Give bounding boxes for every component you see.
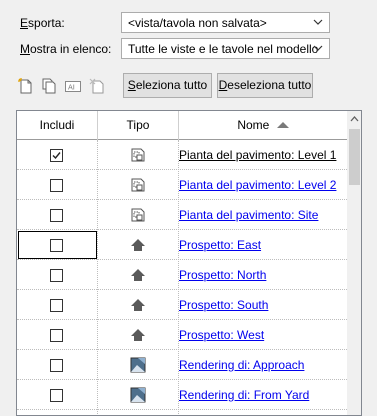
scroll-up-icon[interactable] bbox=[347, 111, 362, 128]
view-name-link[interactable]: Prospetto: South bbox=[179, 298, 268, 312]
rendering-icon bbox=[130, 387, 146, 403]
table-row[interactable]: Prospetto: South bbox=[17, 290, 347, 320]
new-set-icon[interactable] bbox=[17, 77, 35, 95]
export-select[interactable]: <vista/tavola non salvata> bbox=[121, 12, 330, 33]
table-row[interactable]: Rendering di: From Yard bbox=[17, 380, 347, 410]
include-checkbox[interactable] bbox=[50, 299, 63, 312]
table-row[interactable]: Prospetto: East bbox=[17, 230, 347, 260]
include-checkbox[interactable] bbox=[50, 149, 63, 162]
rename-set-icon[interactable]: AI bbox=[64, 77, 82, 95]
table-row[interactable]: Pianta del pavimento: Level 2 bbox=[17, 170, 347, 200]
view-name-link[interactable]: Prospetto: North bbox=[179, 268, 266, 282]
elevation-icon bbox=[131, 329, 145, 341]
table-row[interactable]: Rendering di: Approach bbox=[17, 350, 347, 380]
table-row[interactable]: Prospetto: North bbox=[17, 260, 347, 290]
table-row[interactable]: Prospetto: West bbox=[17, 320, 347, 350]
views-table: Includi Tipo Nome Pianta del pavimento: … bbox=[16, 110, 362, 416]
list-filter-label: Mostra in elenco: bbox=[20, 42, 112, 56]
include-checkbox[interactable] bbox=[50, 359, 63, 372]
vertical-scrollbar[interactable] bbox=[347, 111, 362, 415]
elevation-icon bbox=[131, 269, 145, 281]
include-checkbox[interactable] bbox=[50, 389, 63, 402]
duplicate-set-icon[interactable] bbox=[40, 77, 58, 95]
table-row[interactable]: Pianta del pavimento: Level 1 bbox=[17, 140, 347, 170]
table-body: Pianta del pavimento: Level 1 Pianta del … bbox=[17, 140, 347, 415]
sort-ascending-icon bbox=[276, 122, 289, 128]
view-name-link[interactable]: Rendering di: Approach bbox=[179, 358, 304, 372]
list-filter-select-value: Tutte le viste e le tavole nel modello bbox=[128, 42, 319, 56]
elevation-icon bbox=[131, 239, 145, 251]
view-name-link[interactable]: Pianta del pavimento: Level 1 bbox=[179, 148, 336, 162]
include-checkbox[interactable] bbox=[50, 209, 63, 222]
sheet-icon bbox=[131, 178, 145, 192]
elevation-icon bbox=[131, 299, 145, 311]
view-name-link[interactable]: Rendering di: From Yard bbox=[179, 388, 309, 402]
column-header-include[interactable]: Includi bbox=[17, 111, 97, 140]
column-header-type[interactable]: Tipo bbox=[98, 111, 178, 140]
include-checkbox[interactable] bbox=[50, 269, 63, 282]
view-name-link[interactable]: Pianta del pavimento: Site bbox=[179, 208, 318, 222]
view-name-link[interactable]: Prospetto: East bbox=[179, 238, 261, 252]
include-checkbox[interactable] bbox=[50, 329, 63, 342]
delete-set-icon[interactable] bbox=[88, 77, 106, 95]
list-filter-select[interactable]: Tutte le viste e le tavole nel modello bbox=[121, 38, 330, 59]
checkmark-icon bbox=[52, 152, 61, 160]
rendering-icon bbox=[130, 357, 146, 373]
include-checkbox[interactable] bbox=[50, 179, 63, 192]
export-row: Esporta: <vista/tavola non salvata> bbox=[0, 12, 377, 34]
select-all-button[interactable]: Seleziona tutto bbox=[123, 73, 212, 98]
chevron-down-icon bbox=[313, 19, 323, 25]
chevron-down-icon bbox=[313, 45, 323, 51]
column-header-name[interactable]: Nome bbox=[179, 111, 347, 140]
export-select-value: <vista/tavola non salvata> bbox=[128, 16, 267, 30]
list-filter-row: Mostra in elenco: Tutte le viste e le ta… bbox=[0, 38, 377, 60]
sheet-icon bbox=[131, 208, 145, 222]
export-label: Esporta: bbox=[20, 16, 65, 30]
include-checkbox[interactable] bbox=[50, 239, 63, 252]
scrollbar-thumb[interactable] bbox=[349, 129, 360, 185]
table-header: Includi Tipo Nome bbox=[17, 111, 347, 140]
svg-text:AI: AI bbox=[68, 84, 75, 92]
deselect-all-button[interactable]: Deseleziona tutto bbox=[217, 73, 313, 98]
sheet-icon bbox=[131, 148, 145, 162]
table-row[interactable]: Pianta del pavimento: Site bbox=[17, 200, 347, 230]
view-name-link[interactable]: Prospetto: West bbox=[179, 328, 264, 342]
view-name-link[interactable]: Pianta del pavimento: Level 2 bbox=[179, 178, 336, 192]
